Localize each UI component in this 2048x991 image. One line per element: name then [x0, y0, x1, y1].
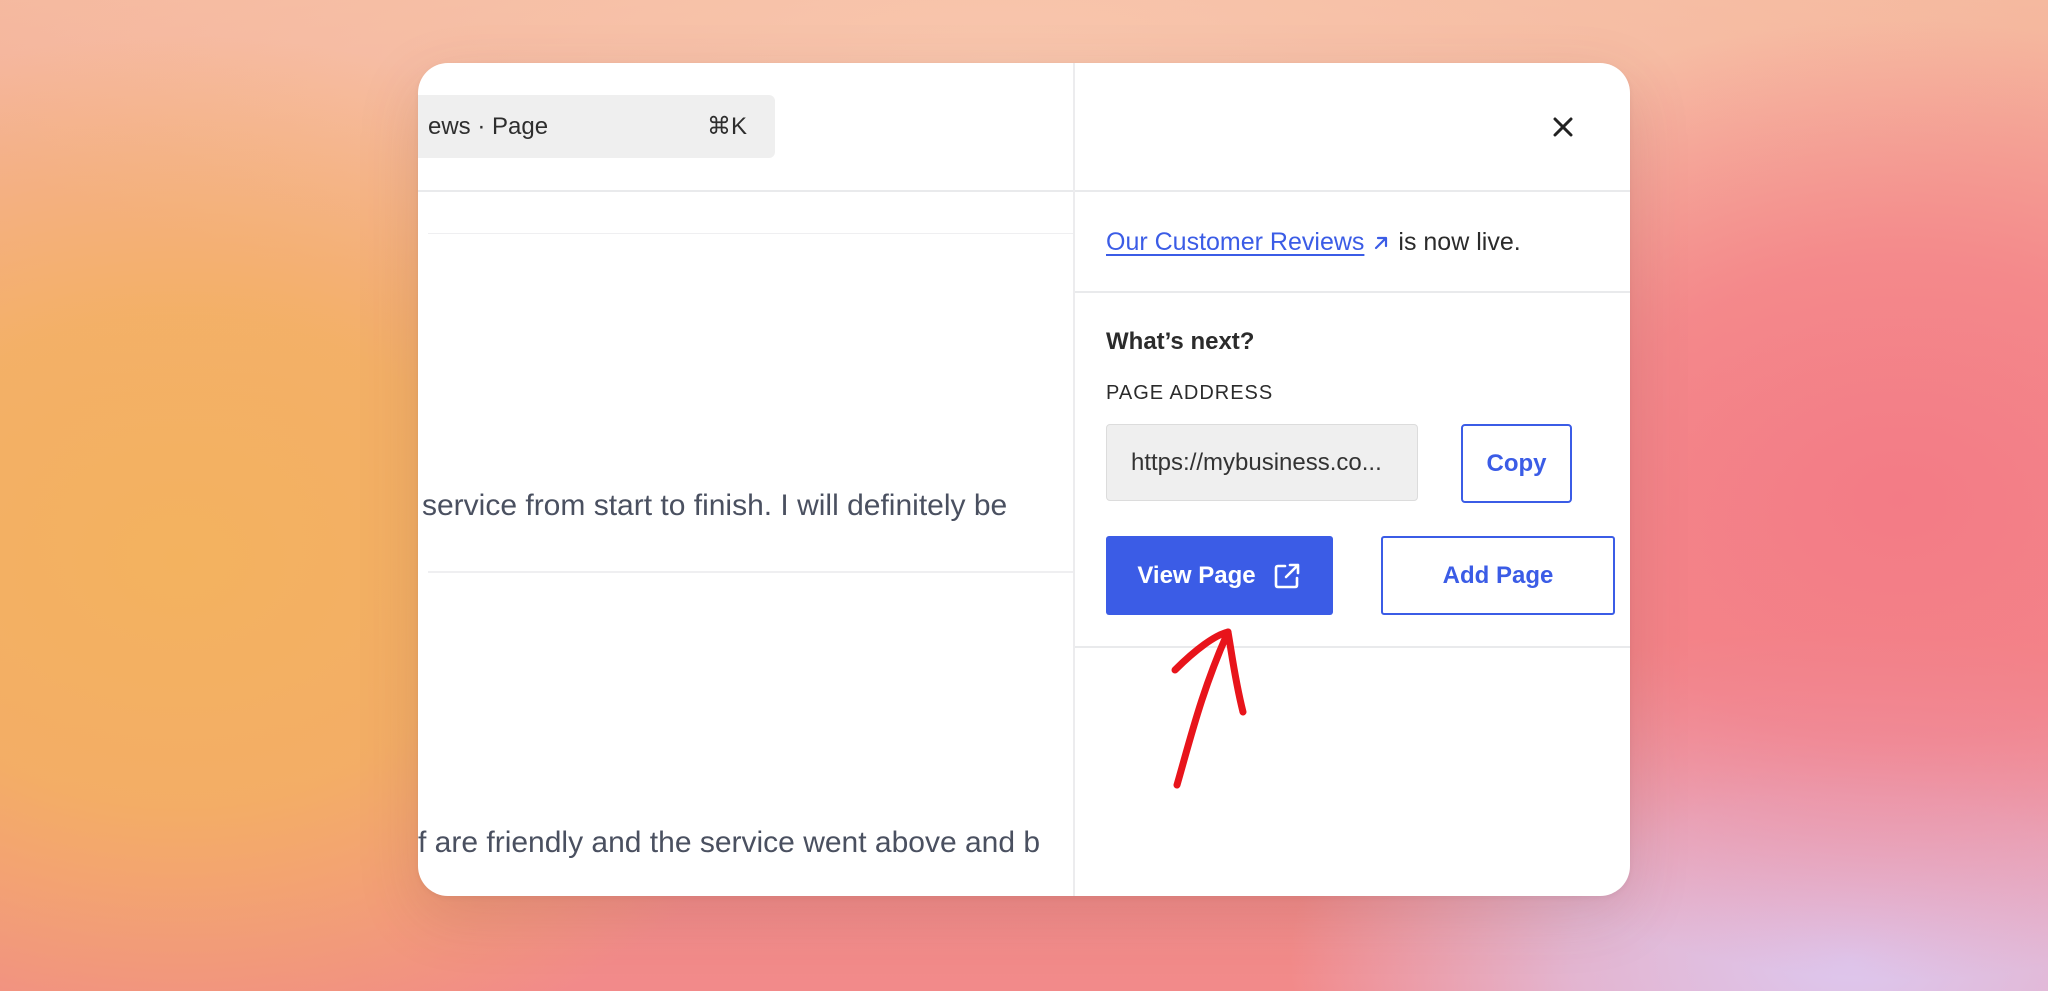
- annotation-arrow-icon: [1171, 628, 1247, 789]
- keyboard-shortcut: ⌘K: [706, 113, 747, 140]
- live-status: Our Customer Reviews is now live.: [1106, 228, 1521, 257]
- close-icon: [1553, 117, 1573, 137]
- close-button[interactable]: [1545, 109, 1581, 145]
- page-link[interactable]: Our Customer Reviews: [1106, 228, 1364, 257]
- search-text: ews · Page: [428, 112, 549, 140]
- panel-divider: [1075, 646, 1630, 648]
- block-divider: [428, 571, 1073, 573]
- publish-dialog: ews · Page ⌘K service from start to fini…: [418, 63, 1630, 896]
- page-address-field[interactable]: [1106, 424, 1418, 501]
- editor-divider: [418, 190, 1073, 192]
- external-link-icon: [1274, 563, 1299, 588]
- copy-button[interactable]: Copy: [1461, 424, 1572, 503]
- review-text-block[interactable]: f are friendly and the service went abov…: [418, 826, 1040, 860]
- live-suffix: is now live.: [1398, 228, 1521, 256]
- whats-next-heading: What’s next?: [1106, 328, 1255, 355]
- panel-divider: [1075, 291, 1630, 293]
- external-arrow-icon: [1372, 234, 1390, 252]
- review-text-block[interactable]: service from start to finish. I will def…: [422, 489, 1007, 523]
- block-divider: [428, 233, 1073, 234]
- page-editor: ews · Page ⌘K service from start to fini…: [418, 63, 1073, 896]
- add-page-button[interactable]: Add Page: [1381, 536, 1615, 615]
- view-page-label: View Page: [1137, 561, 1256, 589]
- page-address-label: PAGE ADDRESS: [1106, 382, 1274, 404]
- panel-divider: [1075, 190, 1630, 192]
- publish-panel: Our Customer Reviews is now live. What’s…: [1075, 63, 1630, 896]
- view-page-button[interactable]: View Page: [1106, 536, 1333, 615]
- command-search-bar[interactable]: ews · Page ⌘K: [418, 95, 775, 158]
